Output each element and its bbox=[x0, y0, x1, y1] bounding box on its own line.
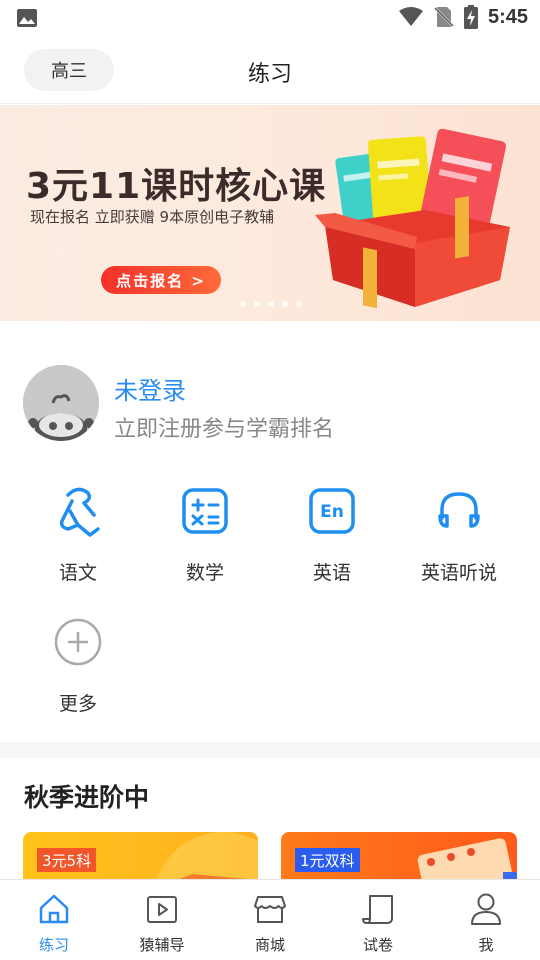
banner-headline: 3元11课时核心课 bbox=[26, 166, 327, 207]
clock: 5:45 bbox=[487, 5, 528, 28]
tab-papers[interactable]: 试卷 bbox=[324, 880, 432, 960]
english-icon: En bbox=[309, 488, 355, 534]
banner-subline: 现在报名 立即获赠 9本原创电子教辅 bbox=[30, 208, 275, 226]
tab-label: 猿辅导 bbox=[139, 936, 185, 954]
no-sim-icon bbox=[434, 7, 454, 27]
pagination-dot-active bbox=[282, 301, 288, 307]
wifi-icon bbox=[398, 7, 423, 26]
gift-box-books-illustration bbox=[315, 128, 510, 309]
subject-label: 英语 bbox=[312, 562, 351, 584]
tab-me[interactable]: 我 bbox=[432, 880, 540, 960]
pagination-dot bbox=[254, 301, 260, 307]
login-prompt: 立即注册参与学霸排名 bbox=[114, 417, 335, 442]
banner-pagination bbox=[240, 301, 302, 307]
chinese-icon bbox=[59, 487, 100, 537]
status-bar: 5:45 bbox=[0, 0, 540, 36]
profile-icon bbox=[471, 893, 501, 925]
paper-icon bbox=[362, 895, 393, 924]
app-header: 高三 练习 bbox=[0, 36, 540, 104]
tab-label: 商城 bbox=[254, 936, 285, 954]
math-icon bbox=[182, 488, 228, 534]
card-tag: 1元双科 bbox=[295, 848, 360, 872]
pagination-dot bbox=[296, 301, 302, 307]
home-icon bbox=[39, 894, 69, 924]
banner-signup-button[interactable]: 点击报名 > bbox=[101, 266, 221, 294]
card-tag: 3元5科 bbox=[37, 848, 97, 872]
store-icon bbox=[254, 896, 286, 923]
play-icon bbox=[147, 896, 177, 923]
image-notification-icon bbox=[17, 9, 37, 27]
tab-label: 练习 bbox=[38, 936, 69, 954]
subject-label: 语文 bbox=[58, 562, 97, 584]
avatar[interactable] bbox=[23, 365, 99, 441]
user-profile-section[interactable]: 未登录 立即注册参与学霸排名 bbox=[0, 321, 540, 461]
pagination-dot bbox=[268, 301, 274, 307]
section-title: 秋季进阶中 bbox=[24, 783, 150, 812]
tab-label: 试卷 bbox=[362, 936, 393, 954]
default-avatar-icon bbox=[23, 365, 99, 441]
page-title: 练习 bbox=[247, 62, 292, 87]
subject-label: 更多 bbox=[58, 693, 97, 715]
subject-english[interactable]: En 英语 bbox=[277, 484, 387, 585]
section-divider bbox=[0, 742, 540, 758]
tab-store[interactable]: 商城 bbox=[216, 880, 324, 960]
pagination-dot bbox=[240, 301, 246, 307]
promo-banner[interactable]: 3元11课时核心课 现在报名 立即获赠 9本原创电子教辅 点击报名 > bbox=[0, 105, 540, 321]
tab-practice[interactable]: 练习 bbox=[0, 880, 108, 960]
bottom-tab-bar: 练习 猿辅导 商城 试卷 我 bbox=[0, 879, 540, 960]
login-status[interactable]: 未登录 bbox=[114, 371, 186, 406]
add-circle-icon bbox=[54, 618, 102, 666]
svg-text:En: En bbox=[320, 502, 344, 522]
subject-label: 英语听说 bbox=[420, 562, 497, 584]
tab-label: 我 bbox=[478, 936, 494, 954]
headphones-icon bbox=[438, 492, 480, 528]
subject-chinese[interactable]: 语文 bbox=[23, 484, 133, 585]
subject-label: 数学 bbox=[185, 562, 224, 584]
subject-math[interactable]: 数学 bbox=[150, 484, 260, 585]
battery-charging-icon bbox=[463, 5, 478, 29]
subject-more[interactable]: 更多 bbox=[23, 615, 133, 716]
tab-yuanfudao[interactable]: 猿辅导 bbox=[108, 880, 216, 960]
subject-english-listening[interactable]: 英语听说 bbox=[404, 484, 514, 585]
